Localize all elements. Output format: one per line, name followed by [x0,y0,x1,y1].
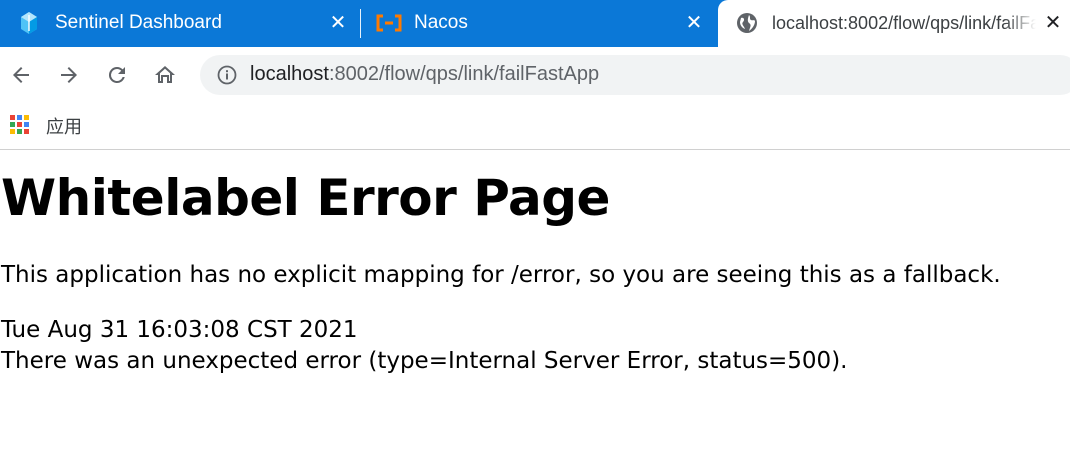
close-icon[interactable]: ✕ [1041,11,1065,35]
info-icon[interactable] [216,64,238,86]
close-icon[interactable]: ✕ [326,11,350,35]
sentinel-icon [20,12,38,34]
error-timestamp: Tue Aug 31 16:03:08 CST 2021 [1,317,358,343]
url-text[interactable]: localhost:8002/flow/qps/link/failFastApp [250,63,599,86]
url-host: localhost [250,63,329,85]
tab-nacos[interactable]: Nacos ✕ [362,0,718,47]
tab-separator [360,9,361,38]
home-icon[interactable] [149,59,181,91]
close-icon[interactable]: ✕ [682,11,706,35]
address-bar[interactable]: localhost:8002/flow/qps/link/failFastApp [200,55,1070,95]
globe-icon [736,12,758,34]
bookmark-label: 应用 [46,117,82,138]
browser-toolbar: localhost:8002/flow/qps/link/failFastApp [0,47,1070,103]
page-content: Whitelabel Error Page This application h… [0,151,1070,464]
error-message: This application has no explicit mapping… [1,262,1001,288]
back-icon[interactable] [5,59,37,91]
url-path: :8002/flow/qps/link/failFastApp [328,63,600,85]
tab-active-localhost[interactable]: localhost:8002/flow/qps/link/failFastApp… [718,0,1070,48]
tab-label: Sentinel Dashboard [55,12,222,33]
tab-sentinel-dashboard[interactable]: Sentinel Dashboard ✕ [0,0,360,47]
tab-label: localhost:8002/flow/qps/link/failFastApp [772,13,1036,33]
bookmarks-bar: 应用 [0,103,1070,150]
tab-label: Nacos [414,12,468,33]
apps-grid-icon [10,115,32,137]
tab-strip: Sentinel Dashboard ✕ Nacos ✕ localhost:8… [0,0,1070,48]
page-title: Whitelabel Error Page [1,169,610,227]
error-detail: There was an unexpected error (type=Inte… [1,348,848,374]
forward-icon[interactable] [53,59,85,91]
bookmark-apps[interactable]: 应用 [10,112,82,140]
nacos-icon [376,14,402,32]
reload-icon[interactable] [101,59,133,91]
